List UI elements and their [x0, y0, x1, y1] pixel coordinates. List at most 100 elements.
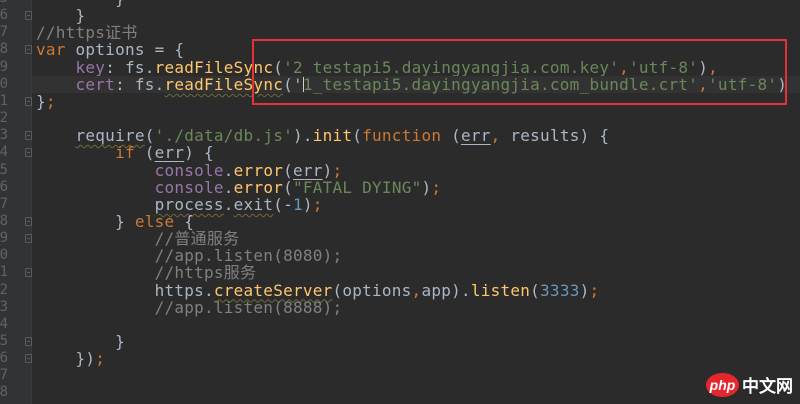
line-number: 1: [0, 92, 8, 109]
code-token: key: [75, 57, 106, 77]
code-line[interactable]: 6 }: [0, 7, 800, 24]
code-text: process.exit(-1);: [36, 196, 323, 213]
line-number: 5: [0, 161, 8, 178]
code-token: (: [134, 143, 155, 163]
code-token: }: [36, 332, 125, 351]
code-token: err: [154, 143, 185, 163]
code-token: app).: [421, 280, 471, 300]
code-line[interactable]: 8 } else {: [0, 213, 800, 230]
code-token: //https证书: [36, 23, 138, 43]
code-token: cert: [75, 74, 116, 94]
code-token: ): [322, 160, 333, 180]
code-line[interactable]: 3 //app.listen(8888);: [0, 299, 800, 316]
code-token: ).: [292, 126, 313, 146]
code-token: console: [154, 177, 224, 197]
fold-icon[interactable]: [25, 337, 32, 346]
code-line[interactable]: 1 //https服务: [0, 264, 800, 281]
code-token: err: [292, 160, 323, 180]
code-token: ) {: [579, 126, 610, 146]
code-token: (: [352, 126, 363, 146]
code-line[interactable]: 2: [0, 110, 800, 127]
code-token: results: [510, 126, 580, 146]
code-token: //普通服务: [154, 229, 240, 249]
fold-icon[interactable]: [25, 148, 32, 158]
code-line[interactable]: 6 });: [0, 350, 800, 367]
code-line[interactable]: 5 }: [0, 333, 800, 350]
fold-icon[interactable]: [25, 96, 32, 106]
fold-icon[interactable]: [25, 216, 32, 226]
code-line[interactable]: 5 }: [0, 0, 800, 7]
code-token: (: [530, 280, 541, 300]
code-token: ): [421, 177, 432, 197]
fold-icon[interactable]: [25, 45, 32, 55]
watermark-text: 中文网: [742, 377, 793, 397]
line-number: 9: [0, 58, 8, 75]
code-token: ;: [332, 160, 343, 180]
code-token: 1: [292, 194, 303, 214]
code-token: .: [223, 194, 234, 214]
highlight-annotation-box: [252, 39, 787, 105]
code-token: : fs.: [115, 74, 165, 94]
fold-icon[interactable]: [25, 131, 32, 141]
line-number: 9: [0, 230, 8, 247]
line-number: 7: [0, 195, 8, 212]
php-logo: php: [706, 372, 739, 397]
code-token: listen: [470, 280, 531, 300]
line-number: 5: [0, 0, 8, 7]
fold-icon[interactable]: [25, 354, 32, 364]
line-number: 8: [0, 41, 8, 58]
code-line[interactable]: 8: [0, 384, 800, 401]
code-token: {: [174, 211, 195, 231]
code-token: //app.listen(8080);: [154, 246, 343, 266]
code-line[interactable]: 5 console.error(err);: [0, 162, 800, 179]
code-token: options = {: [65, 40, 185, 60]
code-text: };: [36, 93, 56, 110]
code-line[interactable]: 7 process.exit(-1);: [0, 196, 800, 213]
code-token: ;: [431, 177, 442, 197]
line-number: 8: [0, 212, 8, 229]
fold-icon[interactable]: [25, 11, 32, 21]
code-token: : fs.: [105, 57, 155, 77]
code-token: ): [302, 194, 313, 214]
line-number: 7: [0, 24, 8, 41]
code-line[interactable]: 3 require('./data/db.js').init(function …: [0, 127, 800, 144]
line-number: 4: [0, 315, 8, 332]
line-number: 6: [0, 350, 8, 367]
code-text: console.error("FATAL DYING");: [36, 179, 441, 196]
code-line[interactable]: 9 //普通服务: [0, 230, 800, 247]
code-token: ;: [45, 91, 56, 111]
line-number: 0: [0, 75, 8, 92]
code-line[interactable]: 4 if (err) {: [0, 144, 800, 161]
code-token: (options: [332, 280, 412, 300]
line-number: 3: [0, 127, 8, 144]
line-number: 6: [0, 7, 8, 24]
code-token: error: [233, 160, 284, 180]
code-token: }: [36, 6, 86, 26]
code-token: (: [283, 160, 293, 180]
code-text: //app.listen(8888);: [36, 298, 343, 317]
code-line[interactable]: 6 console.error("FATAL DYING");: [0, 179, 800, 196]
code-token: }): [36, 349, 96, 369]
fold-icon[interactable]: [25, 268, 32, 278]
code-token: 3333: [540, 280, 580, 300]
code-line[interactable]: 4: [0, 316, 800, 333]
code-line[interactable]: 2 https.createServer(options,app).listen…: [0, 282, 800, 299]
code-token: ;: [95, 349, 106, 369]
code-token: error: [233, 177, 284, 197]
code-text: //app.listen(8080);: [36, 246, 343, 266]
code-text: //https服务: [36, 264, 256, 281]
code-token: .: [223, 177, 234, 197]
code-token: https.: [36, 280, 214, 300]
fold-icon[interactable]: [25, 234, 32, 244]
code-line[interactable]: 0 //app.listen(8080);: [0, 247, 800, 264]
code-line[interactable]: 7: [0, 367, 800, 384]
code-text: require('./data/db.js').init(function (e…: [36, 127, 609, 144]
